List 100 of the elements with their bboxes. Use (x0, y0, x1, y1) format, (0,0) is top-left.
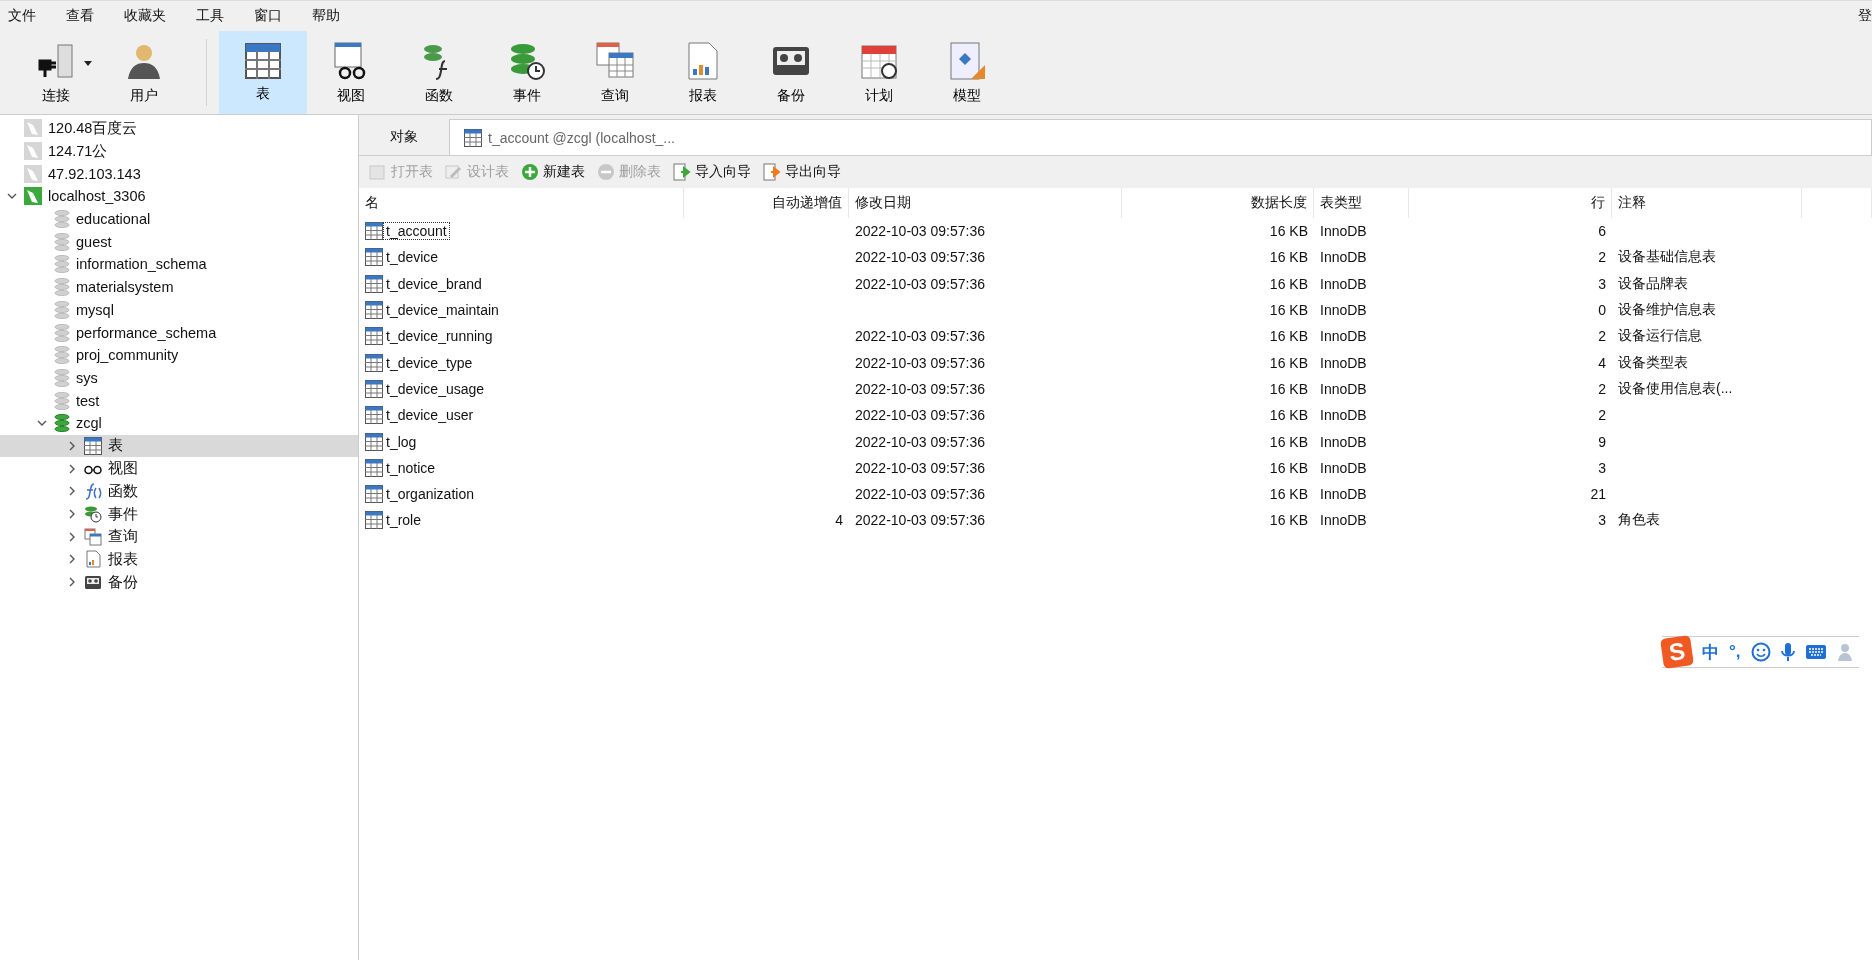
table-cell-text: 2 (1597, 248, 1607, 268)
table-cell-text: 设备类型表 (1617, 352, 1689, 372)
menu-item[interactable]: 收藏夹 (124, 7, 166, 25)
table-icon (365, 485, 383, 504)
tree-item[interactable]: materialsystem (0, 275, 358, 299)
microphone-icon[interactable] (1780, 642, 1795, 662)
caret-icon[interactable] (84, 61, 92, 66)
column-header[interactable]: 数据长度 (1122, 188, 1314, 218)
table-cell-text: 16 KB (1268, 432, 1309, 452)
table-name[interactable]: t_device_usage (384, 380, 487, 397)
menu-item[interactable]: 工具 (196, 7, 224, 25)
action-button[interactable]: 导入向导 (671, 161, 753, 183)
table-name[interactable]: t_account (384, 223, 449, 240)
toolbar-button[interactable]: 计划 (835, 31, 923, 114)
table-icon (365, 248, 383, 267)
table-icon (365, 222, 383, 241)
tree-item[interactable]: 47.92.103.143 (0, 162, 358, 186)
table-cell-text: 16 KB (1268, 301, 1309, 321)
tree-item[interactable]: educational (0, 207, 358, 231)
table-name[interactable]: t_device_user (384, 407, 476, 424)
login-link[interactable]: 登 (1858, 7, 1872, 25)
table-icon (464, 128, 482, 147)
tree-item[interactable]: 视图 (0, 457, 358, 480)
table-name[interactable]: t_device_running (384, 328, 495, 345)
tab[interactable]: 对象 (359, 119, 449, 155)
tree-item[interactable]: 备份 (0, 570, 358, 594)
tree-item[interactable]: 事件 (0, 502, 358, 526)
table-cell-text: 3 (1597, 511, 1607, 531)
tree-item[interactable]: performance_schema (0, 321, 358, 344)
column-header[interactable]: 行 (1409, 188, 1612, 218)
column-header[interactable]: 表类型 (1314, 188, 1409, 218)
menu-item[interactable]: 窗口 (254, 7, 282, 25)
table-icon (365, 511, 383, 530)
tree-item[interactable]: 查询 (0, 525, 358, 549)
tree-item[interactable]: 报表 (0, 548, 358, 571)
table-name[interactable]: t_device_maintain (384, 302, 501, 319)
table-icon (84, 436, 102, 455)
smiley-icon[interactable] (1750, 642, 1771, 662)
punctuation-mode[interactable]: °, (1729, 642, 1741, 662)
table-cell-text: 16 KB (1268, 327, 1309, 347)
action-button[interactable]: 新建表 (519, 161, 587, 183)
table-icon (365, 379, 383, 398)
table-name[interactable]: t_role (384, 512, 424, 529)
keyboard-icon[interactable] (1804, 644, 1827, 660)
table-cell-text: InnoDB (1319, 222, 1368, 242)
column-header[interactable]: 名 (359, 188, 684, 218)
menu-item[interactable]: 帮助 (312, 7, 340, 25)
table-cell-text: 16 KB (1268, 485, 1309, 505)
table-icon (365, 327, 383, 346)
table-name[interactable]: t_notice (384, 459, 438, 476)
action-button[interactable]: 导出向导 (761, 161, 843, 183)
remove-icon (597, 163, 615, 181)
toolbar-button[interactable]: 表 (219, 31, 307, 114)
table-name[interactable]: t_organization (384, 486, 476, 503)
tree-item[interactable]: 124.71公 (0, 139, 358, 163)
table-cell-text: 设备维护信息表 (1617, 300, 1717, 320)
toolbar-button[interactable]: 用户 (100, 31, 188, 114)
table-cell-text: InnoDB (1319, 327, 1368, 347)
tree-item[interactable]: localhost_3306 (0, 185, 358, 208)
toolbar-button[interactable]: 事件 (483, 31, 571, 114)
table-cell-text: InnoDB (1319, 511, 1368, 531)
column-header[interactable]: 注释 (1612, 188, 1802, 218)
table-cell-text: 设备运行信息 (1617, 326, 1703, 346)
tree-item[interactable]: zcgl (0, 411, 358, 435)
column-header[interactable]: 自动递增值 (684, 188, 849, 218)
menu-item[interactable]: 查看 (66, 7, 94, 25)
tree-item[interactable]: sys (0, 366, 358, 390)
table-name[interactable]: t_device_type (384, 354, 475, 371)
language-mode[interactable]: 中 (1702, 640, 1719, 664)
toolbar-button[interactable]: 模型 (923, 31, 1011, 114)
table-name[interactable]: t_log (384, 433, 419, 450)
open-table-icon (369, 163, 387, 181)
table-cell-text: 16 KB (1268, 222, 1309, 242)
menu-item[interactable]: 文件 (8, 7, 36, 25)
table-cell-text: InnoDB (1319, 379, 1368, 399)
toolbar-button[interactable]: 备份 (747, 31, 835, 114)
tab[interactable]: t_account @zcgl (localhost_... (449, 119, 1872, 155)
tables-icon (84, 527, 102, 546)
tree-item[interactable]: 函数 (0, 480, 358, 503)
toolbar-button[interactable]: 视图 (307, 31, 395, 114)
table-cell-text: 6 (1597, 222, 1607, 242)
column-header[interactable]: 修改日期 (849, 188, 1122, 218)
table-cell-text: InnoDB (1319, 248, 1368, 268)
tree-item[interactable]: proj_community (0, 343, 358, 367)
table-name[interactable]: t_device_brand (384, 275, 484, 292)
table-cell-text: 4 (1597, 353, 1607, 373)
tree-item[interactable]: information_schema (0, 253, 358, 276)
table-name[interactable]: t_device (384, 249, 441, 266)
toolbar-button[interactable]: 连接 (12, 31, 100, 114)
tree-item[interactable]: 表 (0, 434, 358, 458)
toolbar-button[interactable]: 查询 (571, 31, 659, 114)
table-cell-text: 2 (1597, 327, 1607, 347)
tree-item[interactable]: test (0, 389, 358, 412)
tree-item[interactable]: guest (0, 230, 358, 254)
toolbar-button[interactable]: 报表 (659, 31, 747, 114)
tree-item[interactable]: mysql (0, 298, 358, 322)
toolbar-button[interactable]: 函数 (395, 31, 483, 114)
table-cell-text: 设备基础信息表 (1617, 247, 1717, 267)
tree-item[interactable]: 120.48百度云 (0, 117, 358, 140)
database-clock-icon (84, 505, 102, 524)
